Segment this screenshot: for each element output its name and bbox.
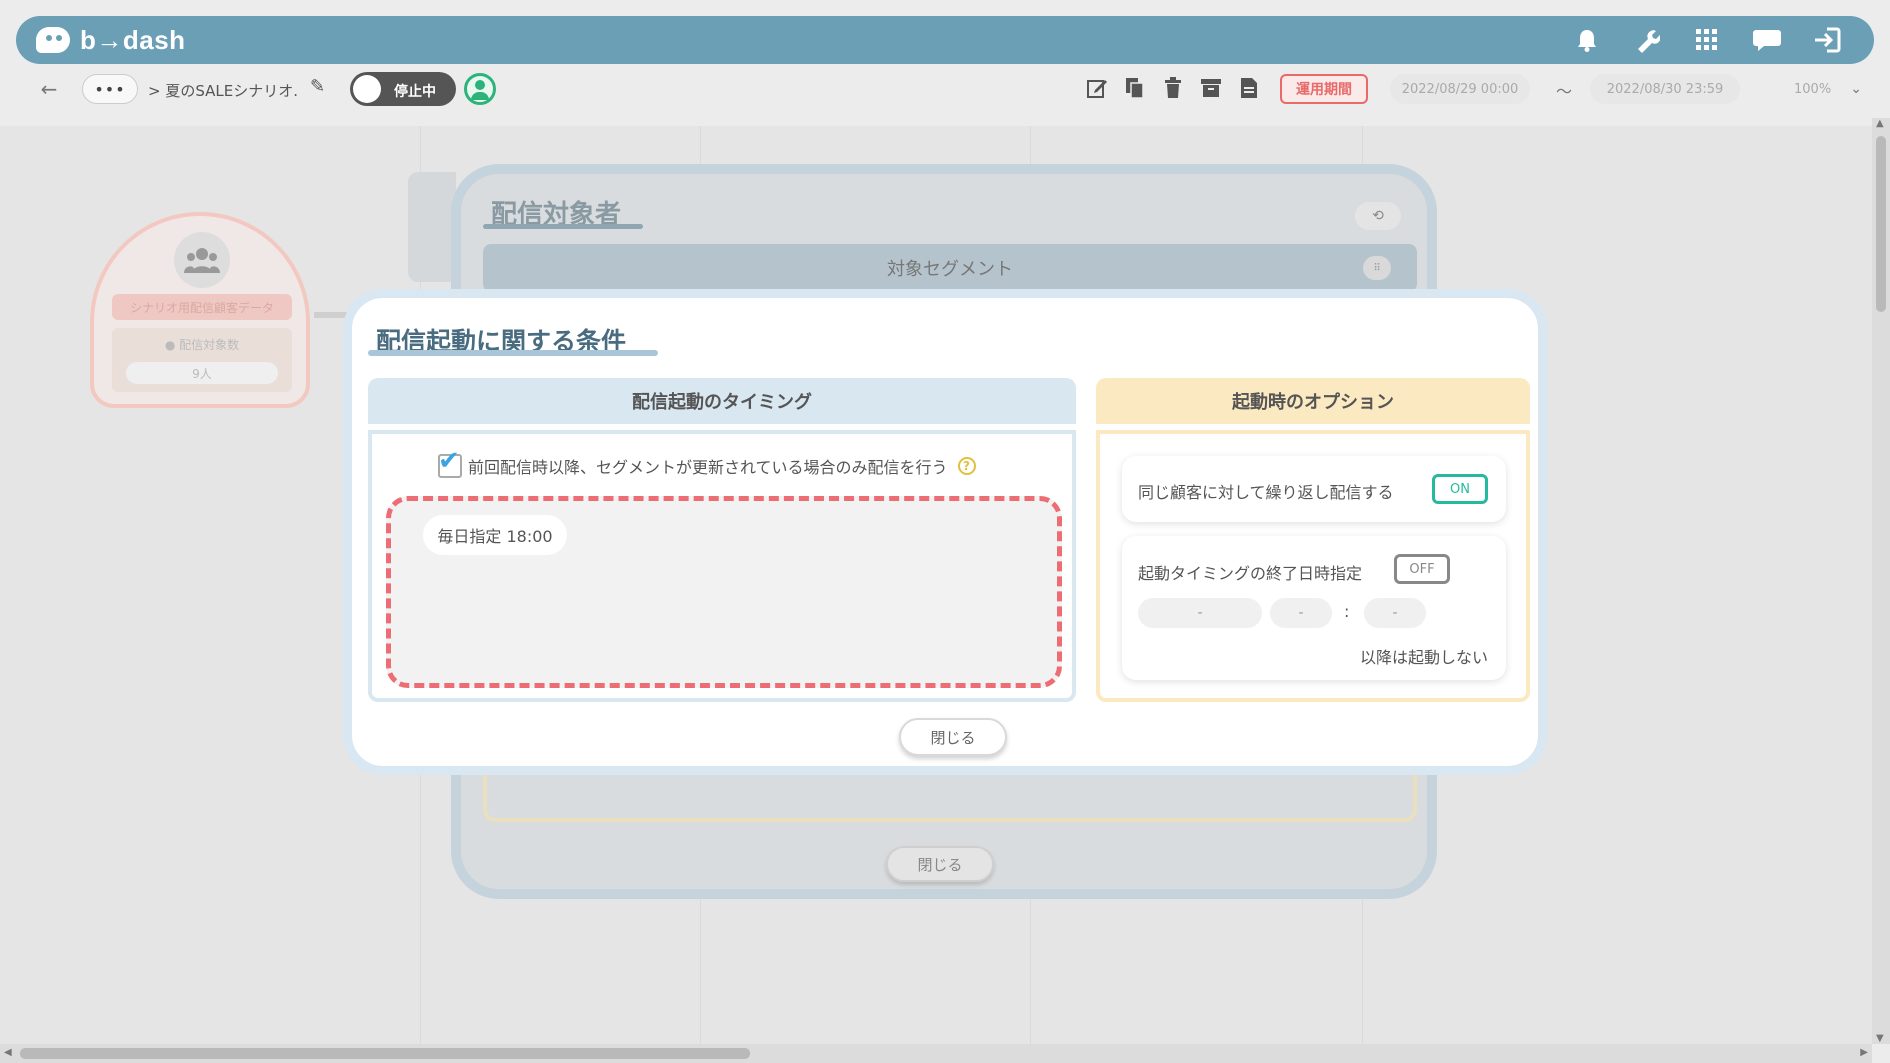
timing-section-header: 配信起動のタイミング [368, 378, 1076, 424]
background-yellow-panel [483, 774, 1417, 822]
horizontal-scrollbar[interactable]: ◀ ▶ [0, 1044, 1872, 1063]
help-icon[interactable]: ? [957, 457, 976, 475]
node-title: シナリオ用配信顧客データ [112, 294, 292, 320]
end-note: 以降は起動しない [1359, 648, 1488, 667]
vertical-scroll-thumb[interactable] [1876, 136, 1886, 312]
zoom-select[interactable]: 100% ⌄ [1760, 74, 1870, 104]
repeat-delivery-toggle[interactable]: ON [1432, 474, 1488, 504]
end-hour-input[interactable]: - [1270, 598, 1332, 628]
target-segment-label: 対象セグメント [887, 259, 1013, 280]
vertical-scrollbar[interactable]: ▲ ▼ [1872, 118, 1890, 1044]
title-underline [368, 350, 658, 356]
edit-icon[interactable] [1084, 74, 1110, 102]
end-date-input[interactable]: - [1138, 598, 1262, 628]
chevron-down-icon: ⌄ [1850, 81, 1862, 97]
scroll-right-icon[interactable]: ▶ [1860, 1047, 1868, 1058]
more-menu-button[interactable]: ••• [82, 74, 138, 104]
end-datetime-toggle[interactable]: OFF [1394, 554, 1450, 584]
scenario-toolbar: ← ••• > 夏のSALEシナリオ. ✎ 停止中 運用期間 2022/08/2… [0, 70, 1890, 108]
options-section-header: 起動時のオプション [1096, 378, 1530, 424]
wrench-icon[interactable] [1630, 24, 1664, 56]
close-button[interactable]: 閉じる [899, 718, 1007, 756]
archive-icon[interactable] [1198, 74, 1224, 102]
end-datetime-card: 起動タイミングの終了日時指定 OFF - - : - 以降は起動しない [1122, 536, 1506, 680]
chat-icon[interactable] [1750, 24, 1784, 56]
copy-icon[interactable] [1122, 74, 1148, 102]
timing-drop-area[interactable]: 毎日指定 18:00 [386, 496, 1062, 688]
checkbox-label: 前回配信時以降、セグメントが更新されている場合のみ配信を行う [468, 458, 948, 477]
background-close-button[interactable]: 閉じる [886, 846, 994, 882]
breadcrumb: > 夏のSALEシナリオ. [148, 82, 299, 100]
top-header-bar: b→dash [16, 16, 1874, 64]
horizontal-scroll-thumb[interactable] [20, 1048, 750, 1059]
end-date-field[interactable]: 2022/08/30 23:59 [1590, 74, 1740, 104]
date-range-separator: 〜 [1556, 82, 1573, 101]
apps-grid-icon[interactable] [1690, 24, 1724, 56]
bell-icon[interactable] [1570, 24, 1604, 56]
node-count-value: 9人 [126, 362, 278, 384]
repeat-delivery-label: 同じ顧客に対して繰り返し配信する [1138, 483, 1394, 502]
document-icon[interactable] [1236, 74, 1262, 102]
user-avatar-icon[interactable] [464, 73, 496, 105]
target-segment-header: 対象セグメント ⠿ [483, 244, 1417, 292]
end-minute-input[interactable]: - [1364, 598, 1426, 628]
time-colon: : [1344, 602, 1350, 621]
logo-chat-icon [34, 25, 74, 55]
history-icon[interactable]: ⟲ [1355, 202, 1401, 230]
checkmark-icon: ✔ [438, 446, 460, 476]
scenario-status-toggle[interactable]: 停止中 [350, 72, 456, 106]
logo[interactable]: b→dash [34, 24, 186, 56]
users-group-icon [174, 232, 230, 288]
segment-update-checkbox[interactable]: ✔ [438, 448, 462, 478]
status-label: 停止中 [394, 84, 436, 100]
trigger-conditions-modal: 配信起動に関する条件 配信起動のタイミング 起動時のオプション ✔ 前回配信時以… [343, 289, 1547, 775]
timing-panel: ✔ 前回配信時以降、セグメントが更新されている場合のみ配信を行う ? 毎日指定 … [368, 430, 1076, 702]
node-count-label: ● 配信対象数 [164, 338, 240, 352]
options-panel: 同じ顧客に対して繰り返し配信する ON 起動タイミングの終了日時指定 OFF -… [1096, 430, 1530, 702]
repeat-delivery-card: 同じ顧客に対して繰り返し配信する ON [1122, 456, 1506, 522]
logout-icon[interactable] [1810, 24, 1844, 56]
person-icon: ● [164, 338, 176, 352]
scroll-up-icon[interactable]: ▲ [1876, 118, 1884, 129]
segment-update-checkbox-row[interactable]: ✔ 前回配信時以降、セグメントが更新されている場合のみ配信を行う ? [438, 448, 976, 478]
trash-icon[interactable] [1160, 74, 1186, 102]
node-count-box: ● 配信対象数 9人 [112, 328, 292, 392]
operation-period-badge[interactable]: 運用期間 [1280, 74, 1368, 104]
title-underline [483, 224, 643, 229]
drag-handle-icon[interactable]: ⠿ [1363, 256, 1391, 280]
timing-entry-chip[interactable]: 毎日指定 18:00 [423, 515, 567, 555]
end-datetime-label: 起動タイミングの終了日時指定 [1138, 564, 1363, 583]
background-side-tab [408, 172, 456, 282]
rename-pencil-icon[interactable]: ✎ [310, 76, 325, 97]
scroll-down-icon[interactable]: ▼ [1876, 1033, 1884, 1044]
back-arrow-icon[interactable]: ← [34, 74, 64, 104]
logo-text: b→dash [80, 24, 186, 55]
toggle-knob [353, 75, 381, 103]
scroll-left-icon[interactable]: ◀ [4, 1047, 12, 1058]
zoom-value: 100% [1794, 81, 1832, 97]
start-date-field[interactable]: 2022/08/29 00:00 [1390, 74, 1530, 104]
